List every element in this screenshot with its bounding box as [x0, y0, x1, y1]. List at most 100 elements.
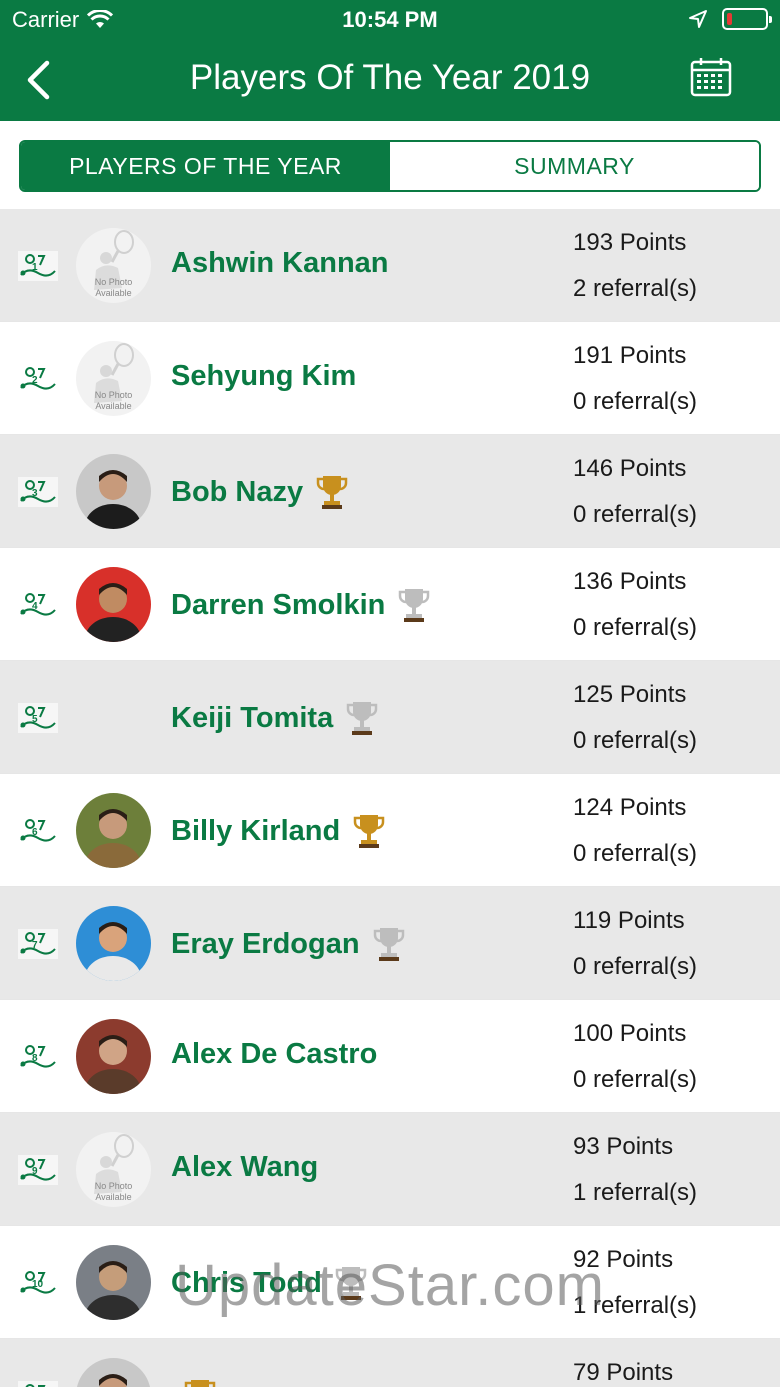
- player-name: Billy Kirland: [171, 814, 341, 847]
- player-points: 136 Points: [573, 568, 687, 595]
- player-name: Bob Nazy: [171, 475, 304, 508]
- tab-players-of-the-year[interactable]: PLAYERS OF THE YEAR: [21, 142, 390, 190]
- player-referrals: 0 referral(s): [573, 727, 698, 754]
- player-name: Darren Smolkin: [171, 588, 386, 621]
- player-photo-image: [76, 454, 151, 529]
- player-photo-image: [76, 793, 151, 868]
- no-photo-avatar: No Photo Available: [76, 341, 151, 416]
- avatar-photo: [76, 1358, 151, 1387]
- rank-badge-icon: 11: [18, 1381, 58, 1387]
- segmented-tabs: PLAYERS OF THE YEAR SUMMARY: [19, 140, 761, 192]
- player-points: 124 Points: [573, 794, 687, 821]
- player-row[interactable]: 4 Darren Smolkin 136 Points 0 referral(s): [0, 548, 780, 661]
- no-photo-label: No Photo Available: [94, 277, 133, 298]
- rank-number: 9: [32, 1166, 38, 1177]
- medal-ribbon-icon: [18, 1155, 58, 1185]
- calendar-icon: [690, 58, 732, 97]
- player-row[interactable]: 10 Chris Todd 92 Points 1 referral(s): [0, 1226, 780, 1339]
- player-referrals: 0 referral(s): [573, 840, 698, 867]
- rank-badge-icon: 9: [18, 1155, 58, 1185]
- rank-badge-icon: 10: [18, 1268, 58, 1298]
- player-name: Sehyung Kim: [171, 360, 357, 392]
- no-photo-avatar: No Photo Available: [76, 228, 151, 303]
- player-row[interactable]: 2 No Photo Available Sehyung Kim 191 Points…: [0, 322, 780, 435]
- avatar-photo: [76, 906, 151, 981]
- player-photo-image: [76, 1245, 151, 1320]
- medal-ribbon-icon: [18, 816, 58, 846]
- player-photo-image: [76, 1358, 151, 1387]
- player-name-group: Eray Erdogan: [171, 925, 406, 963]
- avatar-photo: [76, 567, 151, 642]
- silver-trophy-icon: [373, 928, 404, 961]
- gold-trophy-icon: [184, 1380, 216, 1387]
- player-row[interactable]: 5 Keiji Tomita 125 Points 0 referral(s): [0, 661, 780, 774]
- player-points: 193 Points: [573, 229, 687, 256]
- rank-badge-icon: 7: [18, 929, 58, 959]
- page-title: Players Of The Year 2019: [189, 58, 591, 97]
- player-row[interactable]: 8 Alex De Castro 100 Points 0 referral(s): [0, 1000, 780, 1113]
- player-name: Chris Todd: [171, 1266, 322, 1299]
- silver-trophy-icon: [346, 702, 378, 735]
- player-referrals: 0 referral(s): [573, 501, 698, 528]
- rank-number: 6: [32, 827, 38, 838]
- player-referrals: 0 referral(s): [573, 1066, 698, 1093]
- player-row[interactable]: 9 No Photo Available Alex Wang 93 Points 1 r…: [0, 1113, 780, 1226]
- player-name: Keiji Tomita: [171, 701, 334, 734]
- status-bar: Carrier 10:54 PM: [0, 0, 780, 40]
- rank-badge-icon: 8: [18, 1042, 58, 1072]
- rank-number: 5: [32, 714, 38, 725]
- rank-badge-icon: 3: [18, 477, 58, 507]
- rank-number: 10: [32, 1279, 44, 1290]
- player-row[interactable]: 7 Eray Erdogan 119 Points 0 referral(s): [0, 887, 780, 1000]
- player-row[interactable]: 1 No Photo Available Ashwin Kannan 193 Poin…: [0, 209, 780, 322]
- rank-badge-icon: 6: [18, 816, 58, 846]
- player-referrals: 2 referral(s): [573, 275, 698, 302]
- gold-trophy-icon: [316, 476, 348, 509]
- medal-ribbon-icon: [18, 590, 58, 620]
- player-points: 146 Points: [573, 455, 687, 482]
- avatar-photo: [76, 793, 151, 868]
- player-row[interactable]: 3 Bob Nazy 146 Points 0 referral(s): [0, 435, 780, 548]
- player-points: 92 Points: [573, 1246, 674, 1273]
- silver-trophy-icon: [399, 589, 430, 622]
- no-photo-label: No Photo Available: [94, 390, 133, 411]
- rank-number: 7: [32, 940, 38, 951]
- medal-ribbon-icon: [18, 364, 58, 394]
- status-time: 10:54 PM: [342, 7, 438, 32]
- player-row[interactable]: 11 79 Points: [0, 1339, 780, 1387]
- battery-level-fill: [727, 13, 732, 25]
- player-row[interactable]: 6 Billy Kirland 124 Points 0 referral(s): [0, 774, 780, 887]
- player-points: 79 Points: [573, 1359, 674, 1386]
- rank-number: 2: [32, 375, 38, 386]
- medal-ribbon-icon: [18, 1381, 58, 1387]
- rank-number: 1: [32, 262, 38, 273]
- medal-ribbon-icon: [18, 1042, 58, 1072]
- player-name-group: [171, 1377, 217, 1387]
- no-photo-avatar: No Photo Available: [76, 1132, 151, 1207]
- player-name-group: Darren Smolkin: [171, 586, 431, 624]
- player-name: Alex Wang: [171, 1151, 319, 1183]
- player-referrals: 0 referral(s): [573, 953, 698, 980]
- calendar-button[interactable]: [690, 56, 736, 102]
- avatar-photo: [76, 1245, 151, 1320]
- battery-icon: [722, 8, 772, 30]
- player-name-group: Bob Nazy: [171, 473, 349, 511]
- player-points: 93 Points: [573, 1133, 674, 1160]
- player-name: Ashwin Kannan: [171, 247, 389, 279]
- silver-trophy-icon: [335, 1267, 367, 1300]
- player-photo-image: [76, 1019, 151, 1094]
- rank-number: 8: [32, 1053, 38, 1064]
- player-name: Eray Erdogan: [171, 927, 360, 960]
- player-points: 191 Points: [573, 342, 687, 369]
- rank-badge-icon: 2: [18, 364, 58, 394]
- player-photo-image: [76, 906, 151, 981]
- player-referrals: 1 referral(s): [573, 1179, 698, 1206]
- rank-badge-icon: 5: [18, 703, 58, 733]
- player-referrals: 0 referral(s): [573, 388, 698, 415]
- location-arrow-icon: [689, 10, 707, 28]
- tab-summary[interactable]: SUMMARY: [390, 142, 759, 190]
- avatar-photo: [76, 454, 151, 529]
- player-referrals: 0 referral(s): [573, 614, 698, 641]
- player-referrals: 1 referral(s): [573, 1292, 698, 1319]
- medal-ribbon-icon: [18, 477, 58, 507]
